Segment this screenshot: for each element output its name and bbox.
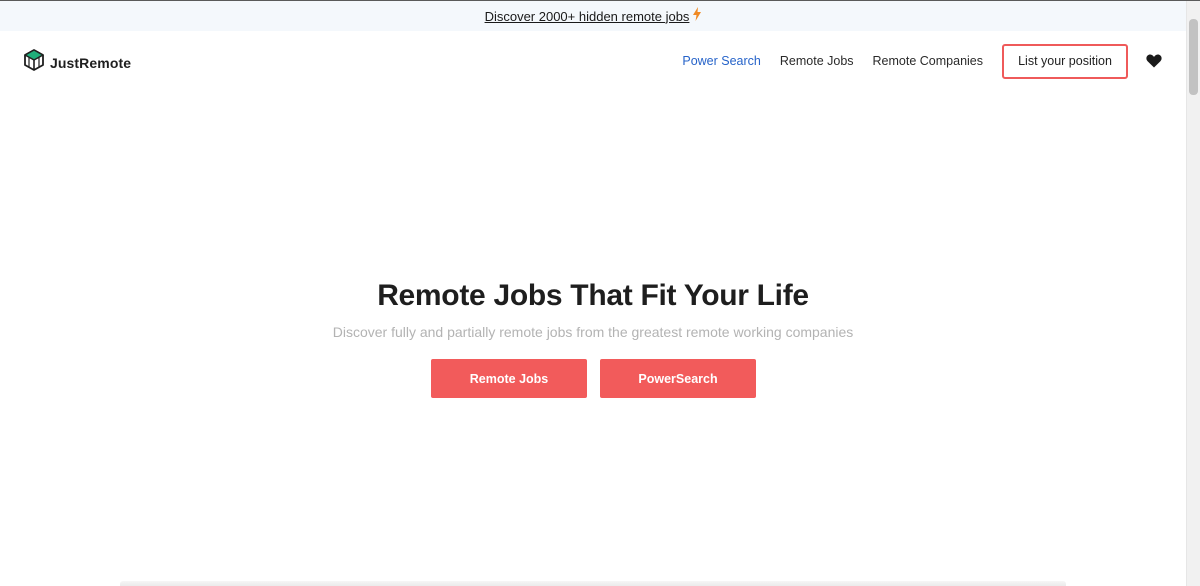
scrollbar[interactable] [1186, 1, 1200, 586]
logo-text: JustRemote [50, 54, 132, 71]
powersearch-button[interactable]: PowerSearch [600, 359, 756, 398]
hero-buttons: Remote Jobs PowerSearch [431, 359, 756, 398]
announcement-bar: Discover 2000+ hidden remote jobs [0, 1, 1186, 31]
site-header: JustRemote Power Search Remote Jobs Remo… [0, 31, 1186, 91]
cube-logo-icon [24, 49, 44, 76]
list-position-button[interactable]: List your position [1002, 43, 1128, 79]
nav-remote-jobs[interactable]: Remote Jobs [780, 54, 854, 68]
announcement-link[interactable]: Discover 2000+ hidden remote jobs [485, 9, 690, 24]
main-nav: Power Search Remote Jobs Remote Companie… [663, 43, 1186, 79]
page: Discover 2000+ hidden remote jobs JustRe… [0, 0, 1200, 586]
scrollbar-thumb[interactable] [1189, 19, 1198, 95]
nav-remote-companies[interactable]: Remote Companies [873, 54, 983, 68]
hero-subtitle: Discover fully and partially remote jobs… [332, 324, 854, 340]
content-card-edge [120, 581, 1066, 586]
nav-power-search[interactable]: Power Search [682, 54, 761, 68]
heart-icon[interactable] [1146, 53, 1162, 69]
remote-jobs-button[interactable]: Remote Jobs [431, 359, 587, 398]
lightning-bolt-icon [693, 6, 702, 26]
hero-title: Remote Jobs That Fit Your Life [377, 279, 809, 312]
hero-section: Remote Jobs That Fit Your Life Discover … [0, 279, 1186, 398]
logo[interactable]: JustRemote [24, 49, 131, 76]
